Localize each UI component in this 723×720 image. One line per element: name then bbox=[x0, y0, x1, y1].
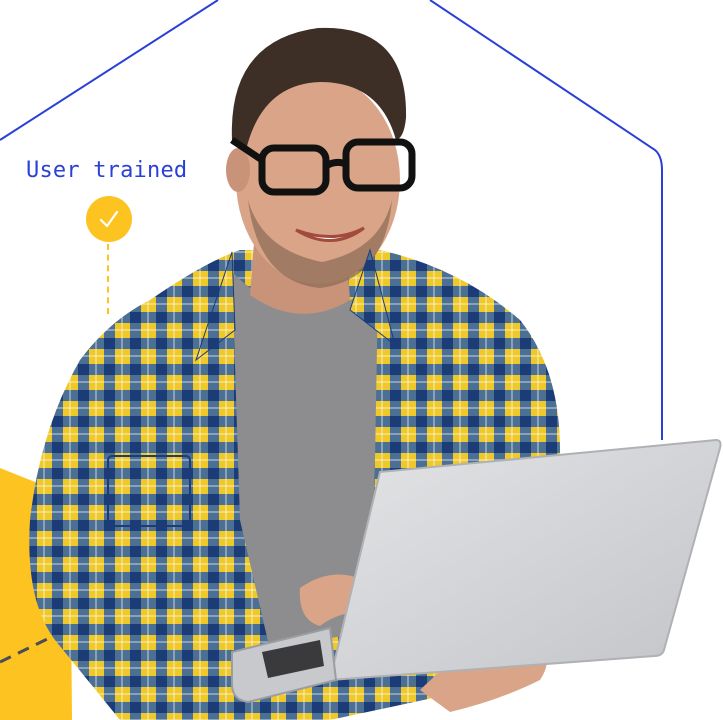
check-icon bbox=[99, 210, 119, 228]
ear bbox=[226, 148, 250, 192]
user-trained-label: User trained bbox=[26, 158, 188, 183]
hero-illustration: User trained bbox=[0, 0, 723, 720]
background-art bbox=[0, 0, 722, 720]
check-badge bbox=[86, 196, 132, 242]
laptop-lid bbox=[328, 438, 722, 682]
dashed-connector-line bbox=[107, 244, 109, 314]
shirt-pocket bbox=[107, 455, 191, 527]
